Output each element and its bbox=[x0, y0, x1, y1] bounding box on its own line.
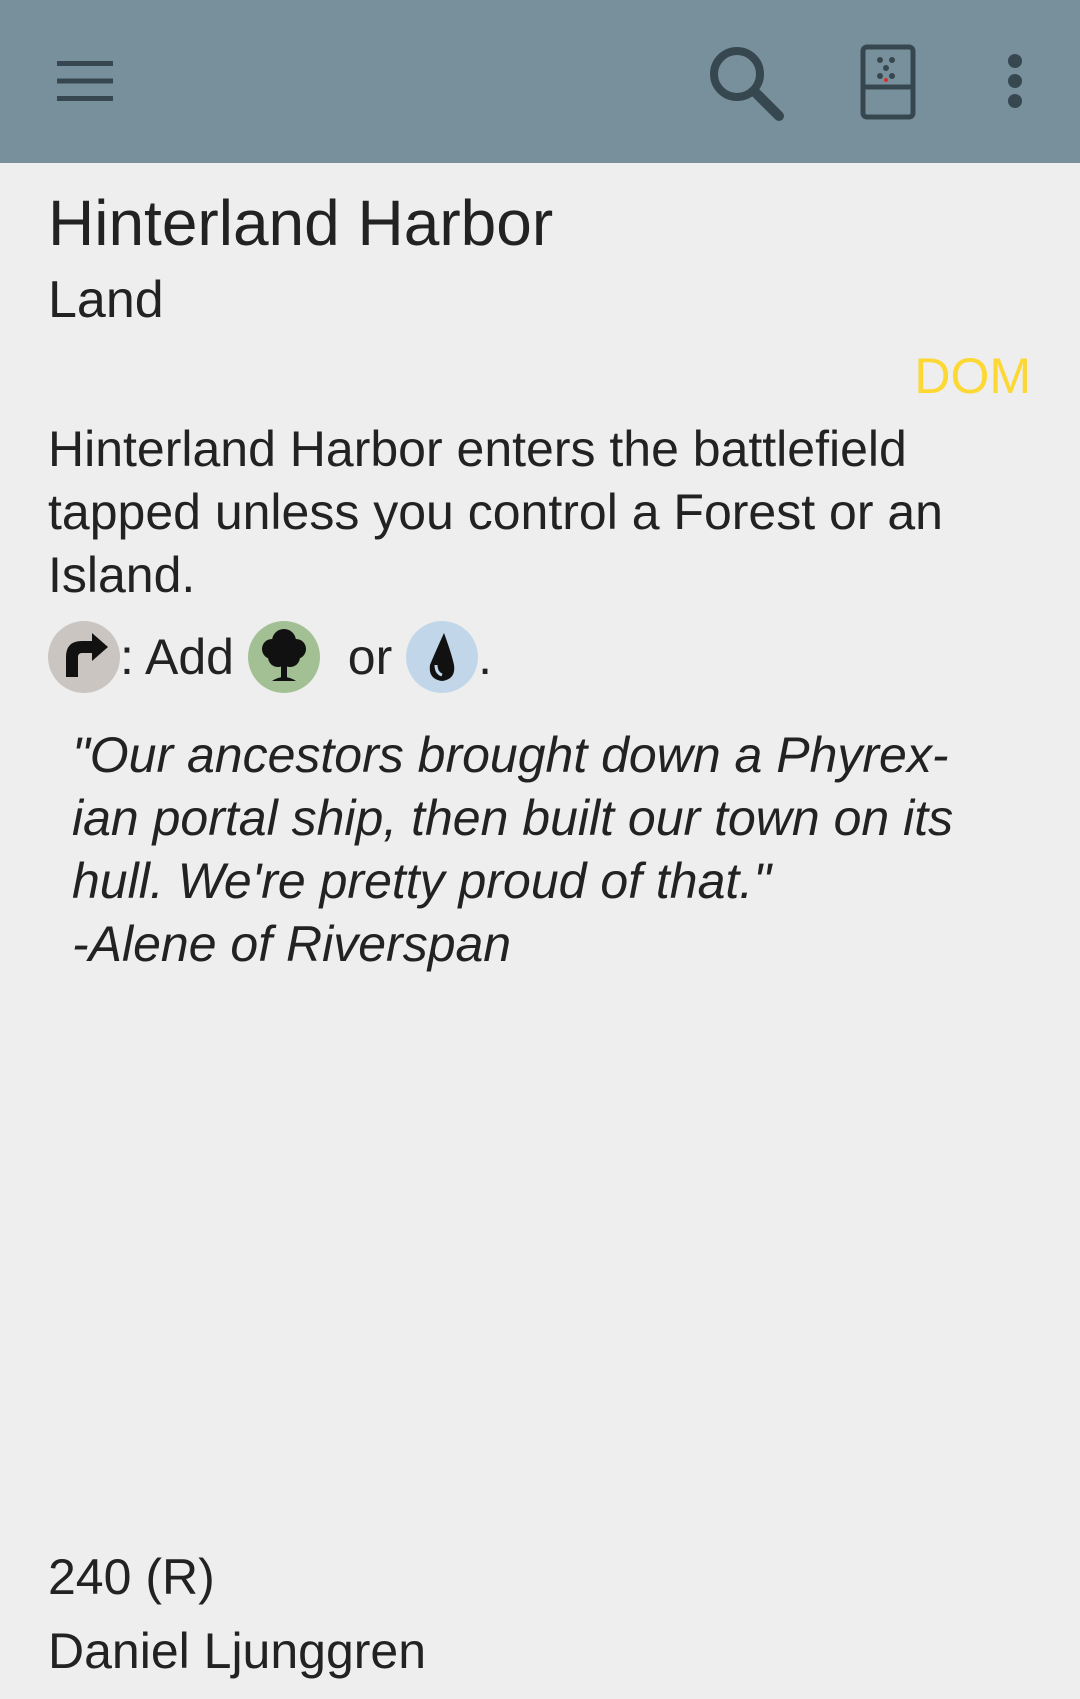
mana-ability-line: : Add or . bbox=[48, 621, 492, 693]
search-icon bbox=[710, 47, 784, 121]
card-name: Hinterland Harbor bbox=[48, 187, 554, 259]
menu-icon bbox=[57, 61, 113, 101]
mana-text-or: or bbox=[333, 629, 407, 685]
tap-symbol-icon bbox=[48, 621, 120, 693]
artist-name: Daniel Ljunggren bbox=[48, 1623, 427, 1679]
rules-text: Hinterland Harbor enters the battlefield… bbox=[48, 421, 943, 603]
more-vert-icon bbox=[1008, 54, 1022, 108]
mana-text-end: . bbox=[478, 629, 493, 685]
menu-button[interactable] bbox=[40, 36, 130, 126]
more-options-button[interactable] bbox=[985, 36, 1045, 126]
collector-number: 240 (R) bbox=[48, 1549, 215, 1605]
green-mana-icon bbox=[247, 621, 320, 693]
card-type-line: Land bbox=[48, 271, 164, 329]
dice-icon bbox=[860, 44, 916, 120]
search-button[interactable] bbox=[695, 32, 795, 132]
mana-text-add: : Add bbox=[120, 629, 248, 685]
set-code[interactable]: DOM bbox=[914, 347, 1031, 405]
flavor-text: "Our ancestors brought down a Phyrex- ia… bbox=[72, 727, 954, 972]
blue-mana-icon bbox=[406, 621, 479, 693]
app-bar bbox=[0, 0, 1080, 163]
random-card-button[interactable] bbox=[843, 32, 933, 132]
